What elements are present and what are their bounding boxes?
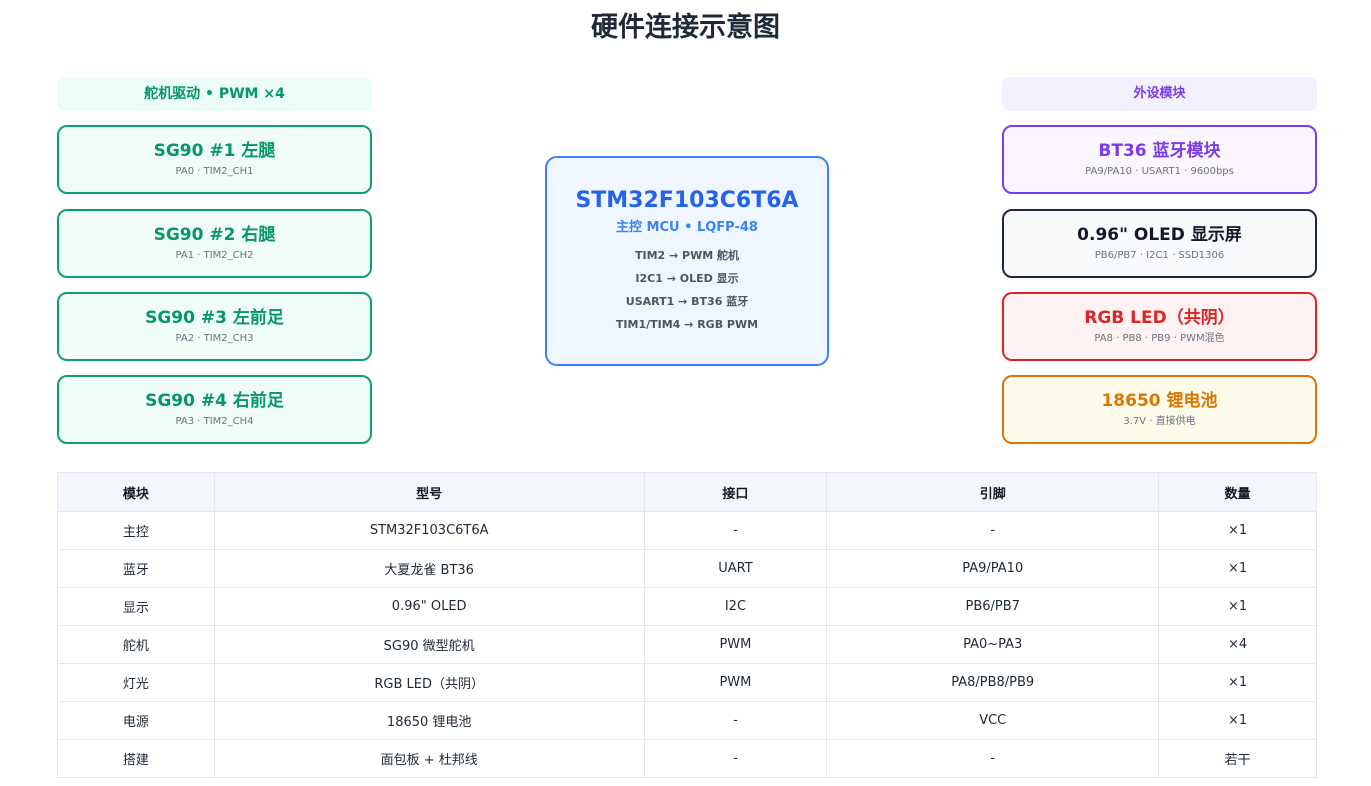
cell-module: 蓝牙 bbox=[57, 549, 215, 588]
battery-node: 18650 锂电池 3.7V · 直接供电 bbox=[1002, 375, 1317, 444]
cell-quantity: ×1 bbox=[1158, 549, 1317, 588]
cell-quantity: ×1 bbox=[1158, 587, 1317, 626]
battery-node-spec: 3.7V · 直接供电 bbox=[1123, 415, 1196, 427]
cell-module: 显示 bbox=[57, 587, 215, 626]
cell-interface: PWM bbox=[643, 625, 828, 664]
table-row: 主控 STM32F103C6T6A - - ×1 bbox=[57, 511, 1317, 550]
page-title: 硬件连接示意图 bbox=[591, 12, 780, 43]
cell-pins: VCC bbox=[826, 701, 1160, 740]
mcu-line-tim2: TIM2 → PWM 舵机 bbox=[634, 249, 740, 262]
mcu-peripheral-list: TIM2 → PWM 舵机 I2C1 → OLED 显示 USART1 → BT… bbox=[547, 244, 827, 336]
cell-model: RGB LED（共阴） bbox=[213, 663, 645, 702]
cell-pins: - bbox=[826, 511, 1160, 550]
bluetooth-node-pins: PA9/PA10 · USART1 · 9600bps bbox=[1085, 165, 1234, 177]
cell-interface: I2C bbox=[643, 587, 828, 626]
header-module: 模块 bbox=[57, 472, 215, 512]
header-interface: 接口 bbox=[643, 472, 828, 512]
mcu-line-usart1: USART1 → BT36 蓝牙 bbox=[625, 295, 749, 308]
cell-pins: PB6/PB7 bbox=[826, 587, 1160, 626]
table-row: 显示 0.96" OLED I2C PB6/PB7 ×1 bbox=[57, 587, 1317, 626]
table-header-row: 模块 型号 接口 引脚 数量 bbox=[57, 472, 1317, 512]
cell-quantity: ×1 bbox=[1158, 701, 1317, 740]
table-row: 搭建 面包板 + 杜邦线 - - 若干 bbox=[57, 739, 1317, 778]
servo-node-4: SG90 #4 右前足 PA3 · TIM2_CH4 bbox=[57, 375, 372, 444]
oled-node-title: 0.96" OLED 显示屏 bbox=[1077, 224, 1242, 245]
mcu-line-i2c1: I2C1 → OLED 显示 bbox=[635, 272, 739, 285]
cell-interface: PWM bbox=[643, 663, 828, 702]
table-row: 舵机 SG90 微型舵机 PWM PA0~PA3 ×4 bbox=[57, 625, 1317, 664]
cell-interface: - bbox=[643, 511, 828, 550]
oled-node: 0.96" OLED 显示屏 PB6/PB7 · I2C1 · SSD1306 bbox=[1002, 209, 1317, 278]
servo-group-header: 舵机驱动 • PWM ×4 bbox=[57, 77, 372, 111]
mcu-node: STM32F103C6T6A 主控 MCU • LQFP-48 TIM2 → P… bbox=[545, 156, 829, 366]
cell-quantity: ×4 bbox=[1158, 625, 1317, 664]
cell-module: 主控 bbox=[57, 511, 215, 550]
cell-model: SG90 微型舵机 bbox=[213, 625, 645, 664]
cell-quantity: ×1 bbox=[1158, 511, 1317, 550]
servo-node-2: SG90 #2 右腿 PA1 · TIM2_CH2 bbox=[57, 209, 372, 278]
servo-node-title: SG90 #4 右前足 bbox=[145, 390, 284, 411]
component-table: 模块 型号 接口 引脚 数量 主控 STM32F103C6T6A - - ×1 … bbox=[57, 472, 1317, 778]
rgb-led-node-title: RGB LED（共阴） bbox=[1084, 307, 1235, 328]
table-row: 灯光 RGB LED（共阴） PWM PA8/PB8/PB9 ×1 bbox=[57, 663, 1317, 702]
servo-node-pins: PA3 · TIM2_CH4 bbox=[175, 415, 254, 427]
header-quantity: 数量 bbox=[1158, 472, 1317, 512]
servo-node-pins: PA0 · TIM2_CH1 bbox=[175, 165, 254, 177]
oled-node-pins: PB6/PB7 · I2C1 · SSD1306 bbox=[1094, 249, 1225, 261]
bluetooth-node-title: BT36 蓝牙模块 bbox=[1098, 140, 1221, 161]
header-model: 型号 bbox=[213, 472, 645, 512]
bluetooth-node: BT36 蓝牙模块 PA9/PA10 · USART1 · 9600bps bbox=[1002, 125, 1317, 194]
cell-model: STM32F103C6T6A bbox=[213, 511, 645, 550]
mcu-title: STM32F103C6T6A bbox=[575, 188, 799, 213]
servo-node-pins: PA1 · TIM2_CH2 bbox=[175, 249, 254, 261]
cell-interface: - bbox=[643, 701, 828, 740]
cell-interface: UART bbox=[643, 549, 828, 588]
cell-module: 搭建 bbox=[57, 739, 215, 778]
cell-quantity: 若干 bbox=[1158, 739, 1317, 778]
servo-node-3: SG90 #3 左前足 PA2 · TIM2_CH3 bbox=[57, 292, 372, 361]
cell-pins: PA9/PA10 bbox=[826, 549, 1160, 588]
servo-node-pins: PA2 · TIM2_CH3 bbox=[175, 332, 254, 344]
cell-model: 0.96" OLED bbox=[213, 587, 645, 626]
servo-node-title: SG90 #2 右腿 bbox=[153, 224, 276, 245]
servo-node-title: SG90 #1 左腿 bbox=[153, 140, 276, 161]
peripheral-group-header: 外设模块 bbox=[1002, 77, 1317, 111]
mcu-line-rgb: TIM1/TIM4 → RGB PWM bbox=[615, 318, 759, 331]
mcu-subtitle: 主控 MCU • LQFP-48 bbox=[616, 220, 758, 235]
header-pins: 引脚 bbox=[826, 472, 1160, 512]
rgb-led-node-pins: PA8 · PB8 · PB9 · PWM混色 bbox=[1094, 332, 1225, 344]
cell-model: 18650 锂电池 bbox=[213, 701, 645, 740]
table-row: 蓝牙 大夏龙雀 BT36 UART PA9/PA10 ×1 bbox=[57, 549, 1317, 588]
cell-interface: - bbox=[643, 739, 828, 778]
cell-pins: PA8/PB8/PB9 bbox=[826, 663, 1160, 702]
cell-module: 舵机 bbox=[57, 625, 215, 664]
rgb-led-node: RGB LED（共阴） PA8 · PB8 · PB9 · PWM混色 bbox=[1002, 292, 1317, 361]
cell-model: 面包板 + 杜邦线 bbox=[213, 739, 645, 778]
cell-pins: - bbox=[826, 739, 1160, 778]
cell-pins: PA0~PA3 bbox=[826, 625, 1160, 664]
cell-module: 灯光 bbox=[57, 663, 215, 702]
cell-model: 大夏龙雀 BT36 bbox=[213, 549, 645, 588]
battery-node-title: 18650 锂电池 bbox=[1101, 390, 1218, 411]
cell-quantity: ×1 bbox=[1158, 663, 1317, 702]
servo-node-title: SG90 #3 左前足 bbox=[145, 307, 284, 328]
servo-node-1: SG90 #1 左腿 PA0 · TIM2_CH1 bbox=[57, 125, 372, 194]
table-row: 电源 18650 锂电池 - VCC ×1 bbox=[57, 701, 1317, 740]
cell-module: 电源 bbox=[57, 701, 215, 740]
